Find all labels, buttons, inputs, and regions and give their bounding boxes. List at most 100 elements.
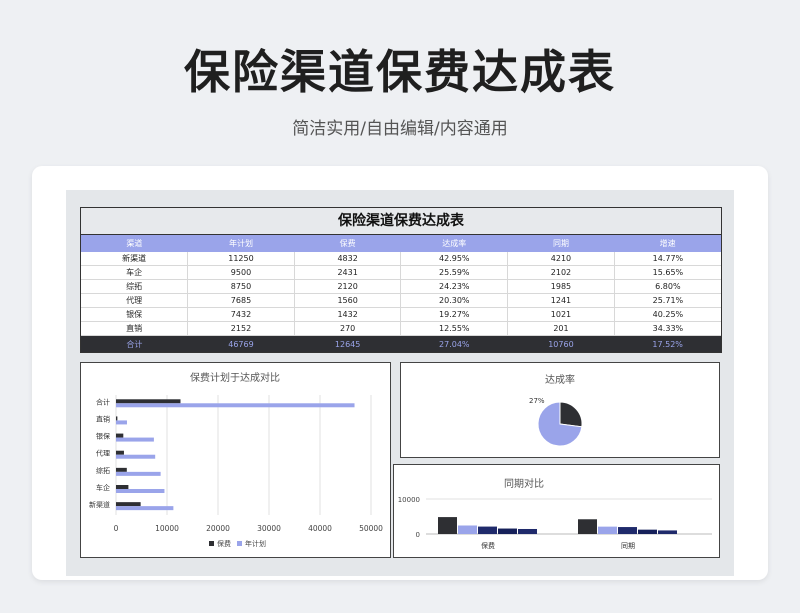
table-cell: 1560 <box>294 293 402 308</box>
achievement-rate-chart: 达成率 27% <box>400 362 720 458</box>
table-cell: 20.30% <box>400 293 509 308</box>
x-tick-label: 10000 <box>155 524 179 533</box>
total-cell: 46769 <box>187 335 295 352</box>
bar-premium <box>116 502 141 507</box>
bar-annual-plan <box>116 420 127 425</box>
page-subtitle: 简洁实用/自由编辑/内容通用 <box>292 119 508 139</box>
legend-label-plan: 年计划 <box>245 539 266 548</box>
table-cell: 7685 <box>187 293 295 308</box>
legend-swatch-plan <box>237 541 242 546</box>
column-header: 年计划 <box>187 235 295 252</box>
yoy-compare-chart: 同期对比 10000 0 保费 同期 <box>393 464 720 558</box>
table-cell: 24.23% <box>400 279 509 294</box>
table-cell: 2120 <box>294 279 402 294</box>
column-bar <box>638 529 657 534</box>
x-tick-label: 50000 <box>359 524 383 533</box>
table-cell: 2152 <box>187 321 295 336</box>
table-cell: 14.77% <box>614 252 721 266</box>
legend-swatch-premium <box>209 541 214 546</box>
table-cell: 40.25% <box>614 307 721 322</box>
column-bar <box>618 527 637 534</box>
chart-title: 保费计划于达成对比 <box>190 371 280 384</box>
column-bar <box>498 528 517 534</box>
bar-premium <box>116 467 127 472</box>
x-tick-label: 0 <box>114 524 119 533</box>
table-cell: 2431 <box>294 265 402 280</box>
table-cell: 42.95% <box>400 252 509 266</box>
achievement-table: 保险渠道保费达成表 渠道 年计划 保费 达成率 同期 增速 新渠道 11250 4832 42.… <box>80 207 722 353</box>
table-row: 代理 7685 1560 20.30% 1241 25.71% <box>81 293 721 308</box>
chart-title: 同期对比 <box>504 477 544 490</box>
total-cell: 12645 <box>294 335 401 352</box>
table-row: 直销 2152 270 12.55% 201 34.33% <box>81 321 721 336</box>
table-cell: 12.55% <box>400 321 509 336</box>
y-category-label: 新渠道 <box>89 500 110 509</box>
table-cell: 8750 <box>187 279 295 294</box>
column-bar <box>578 519 597 534</box>
pie-slice <box>559 401 583 428</box>
total-row: 合计 46769 12645 27.04% 10760 17.52% <box>81 335 721 352</box>
y-category-label: 直销 <box>96 414 110 423</box>
bar-premium <box>116 485 129 489</box>
y-category-label: 代理 <box>96 449 110 458</box>
plan-vs-actual-svg: 保费计划于达成对比 0 10000 20000 30000 40000 50000 合计直销银… <box>89 371 383 548</box>
column-header: 增速 <box>614 235 721 252</box>
bar-annual-plan <box>116 437 154 442</box>
table-cell: 6.80% <box>614 279 721 294</box>
y-category-label: 车企 <box>96 483 110 492</box>
x-tick-label: 40000 <box>308 524 332 533</box>
table-cell: 代理 <box>81 293 189 308</box>
table-cell: 19.27% <box>400 307 509 322</box>
bar-annual-plan <box>116 506 174 511</box>
pie-data-label: 27% <box>529 397 545 405</box>
bar-annual-plan <box>116 489 165 493</box>
column-header: 渠道 <box>81 235 188 252</box>
bar-premium <box>116 433 124 438</box>
column-bar <box>458 525 477 534</box>
table-cell: 201 <box>507 321 615 336</box>
table-header: 渠道 年计划 保费 达成率 同期 增速 <box>81 235 721 252</box>
achievement-rate-svg: 达成率 27% <box>529 373 583 447</box>
total-cell: 10760 <box>507 335 615 352</box>
column-bar <box>598 526 617 534</box>
table-cell: 车企 <box>81 265 189 280</box>
column-header: 达成率 <box>400 235 508 252</box>
table-cell: 1985 <box>507 279 615 294</box>
table-cell: 15.65% <box>614 265 721 280</box>
bar-annual-plan <box>116 403 355 408</box>
column-header: 保费 <box>294 235 401 252</box>
table-cell: 4210 <box>507 252 615 266</box>
table-cell: 1432 <box>294 307 402 322</box>
table-cell: 4832 <box>294 252 402 266</box>
chart-title: 达成率 <box>545 373 575 386</box>
table-cell: 新渠道 <box>81 252 189 266</box>
table-cell: 7432 <box>187 307 295 322</box>
legend-label-premium: 保费 <box>217 539 231 548</box>
bar-annual-plan <box>116 471 161 476</box>
table-cell: 2102 <box>507 265 615 280</box>
y-category-label: 银保 <box>96 432 110 441</box>
table-row: 综拓 8750 2120 24.23% 1985 6.80% <box>81 279 721 294</box>
table-cell: 直销 <box>81 321 189 336</box>
table-row: 车企 9500 2431 25.59% 2102 15.65% <box>81 265 721 280</box>
table-cell: 11250 <box>187 252 295 266</box>
total-cell: 合计 <box>81 335 188 352</box>
table-cell: 银保 <box>81 307 189 322</box>
table-cell: 1021 <box>507 307 615 322</box>
table-row: 银保 7432 1432 19.27% 1021 40.25% <box>81 307 721 322</box>
x-category-label: 同期 <box>621 542 635 550</box>
y-category-label: 合计 <box>96 397 110 406</box>
x-tick-label: 20000 <box>206 524 230 533</box>
bar-annual-plan <box>116 454 156 459</box>
column-bar <box>438 517 457 534</box>
table-cell: 9500 <box>187 265 295 280</box>
table-cell: 综拓 <box>81 279 189 294</box>
table-title: 保险渠道保费达成表 <box>81 208 721 235</box>
plan-vs-actual-chart: 保费计划于达成对比 0 10000 20000 30000 40000 50000 合计 直销银… <box>80 362 391 558</box>
table-cell: 1241 <box>507 293 615 308</box>
table-cell: 34.33% <box>614 321 721 336</box>
y-tick-label: 10000 <box>398 496 420 504</box>
column-bar <box>518 528 537 534</box>
x-category-label: 保费 <box>481 541 495 550</box>
table-row: 新渠道 11250 4832 42.95% 4210 14.77% <box>81 252 721 266</box>
